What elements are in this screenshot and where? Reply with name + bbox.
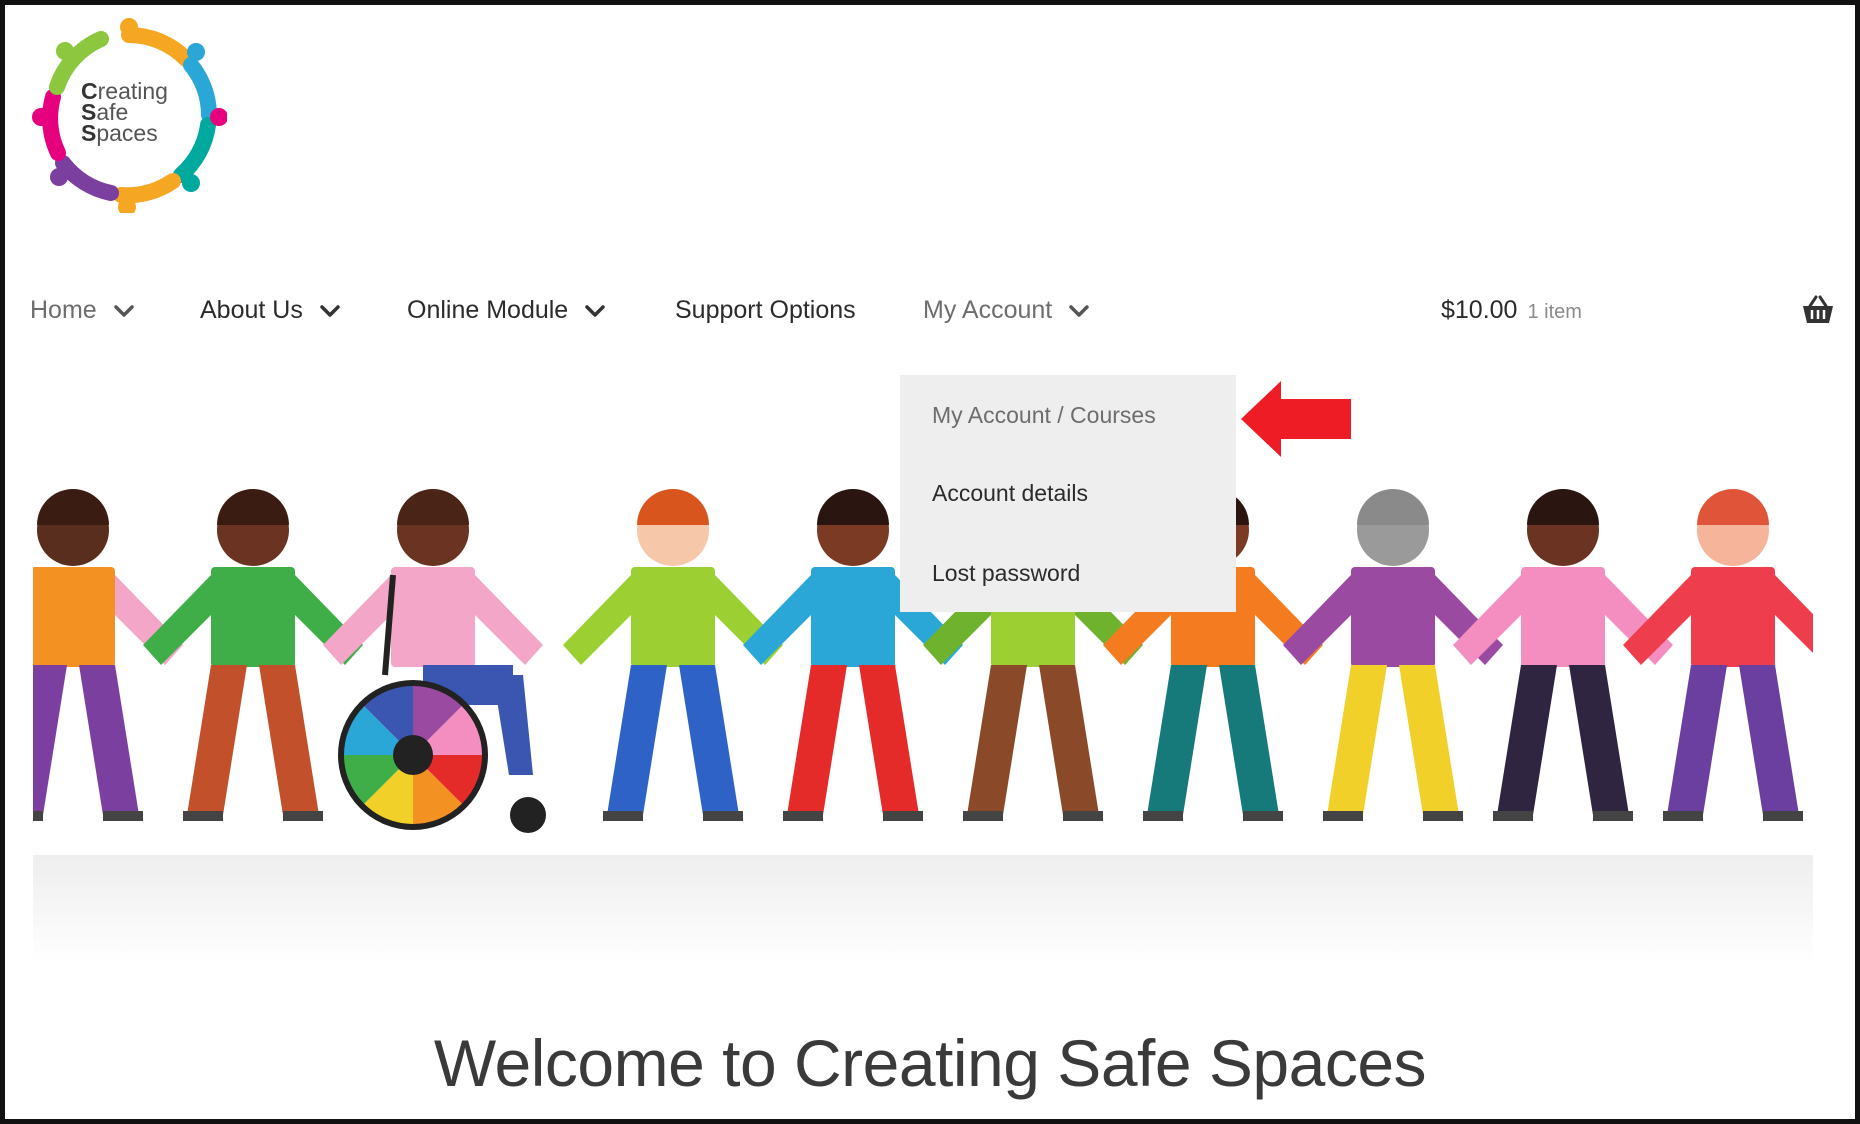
nav-item-label: About Us xyxy=(200,296,303,324)
paper-person-figure xyxy=(323,489,546,833)
nav-item-my-account[interactable]: My Account xyxy=(923,275,1090,345)
red-arrow-annotation-icon xyxy=(1241,381,1351,457)
page-title: Welcome to Creating Safe Spaces xyxy=(433,1026,1427,1100)
page-frame: Creating Safe Spaces Home About Us Onlin… xyxy=(0,0,1860,1124)
primary-nav: Home About Us Online Module Support Opti… xyxy=(5,275,1855,345)
cart-count: 1 item xyxy=(1527,301,1582,323)
my-account-dropdown: My Account / Courses Account details Los… xyxy=(900,375,1236,612)
nav-item-support-options[interactable]: Support Options xyxy=(675,275,856,345)
dropdown-item-lost-password[interactable]: Lost password xyxy=(932,558,1080,588)
chevron-down-icon xyxy=(1069,305,1089,318)
dropdown-item-account-details[interactable]: Account details xyxy=(932,478,1088,508)
logo-wordmark: Creating Safe Spaces xyxy=(81,78,168,146)
site-logo[interactable]: Creating Safe Spaces xyxy=(31,17,227,213)
chevron-down-icon xyxy=(320,305,340,318)
cart-total: $10.00 xyxy=(1441,296,1518,324)
nav-item-label: Support Options xyxy=(675,296,856,324)
nav-item-label: Home xyxy=(30,296,97,324)
nav-item-label: My Account xyxy=(923,296,1053,324)
nav-item-about-us[interactable]: About Us xyxy=(200,275,341,345)
nav-item-online-module[interactable]: Online Module xyxy=(407,275,606,345)
dropdown-item-my-account-courses[interactable]: My Account / Courses xyxy=(932,400,1156,430)
paper-person-figure xyxy=(563,489,783,821)
chevron-down-icon xyxy=(113,305,134,318)
nav-item-home[interactable]: Home xyxy=(30,275,135,345)
paper-person-figure xyxy=(143,489,363,821)
basket-icon[interactable] xyxy=(1801,293,1835,327)
nav-item-label: Online Module xyxy=(407,296,569,324)
cart-summary[interactable]: $10.00 1 item xyxy=(1441,275,1582,347)
chevron-down-icon xyxy=(585,305,605,318)
